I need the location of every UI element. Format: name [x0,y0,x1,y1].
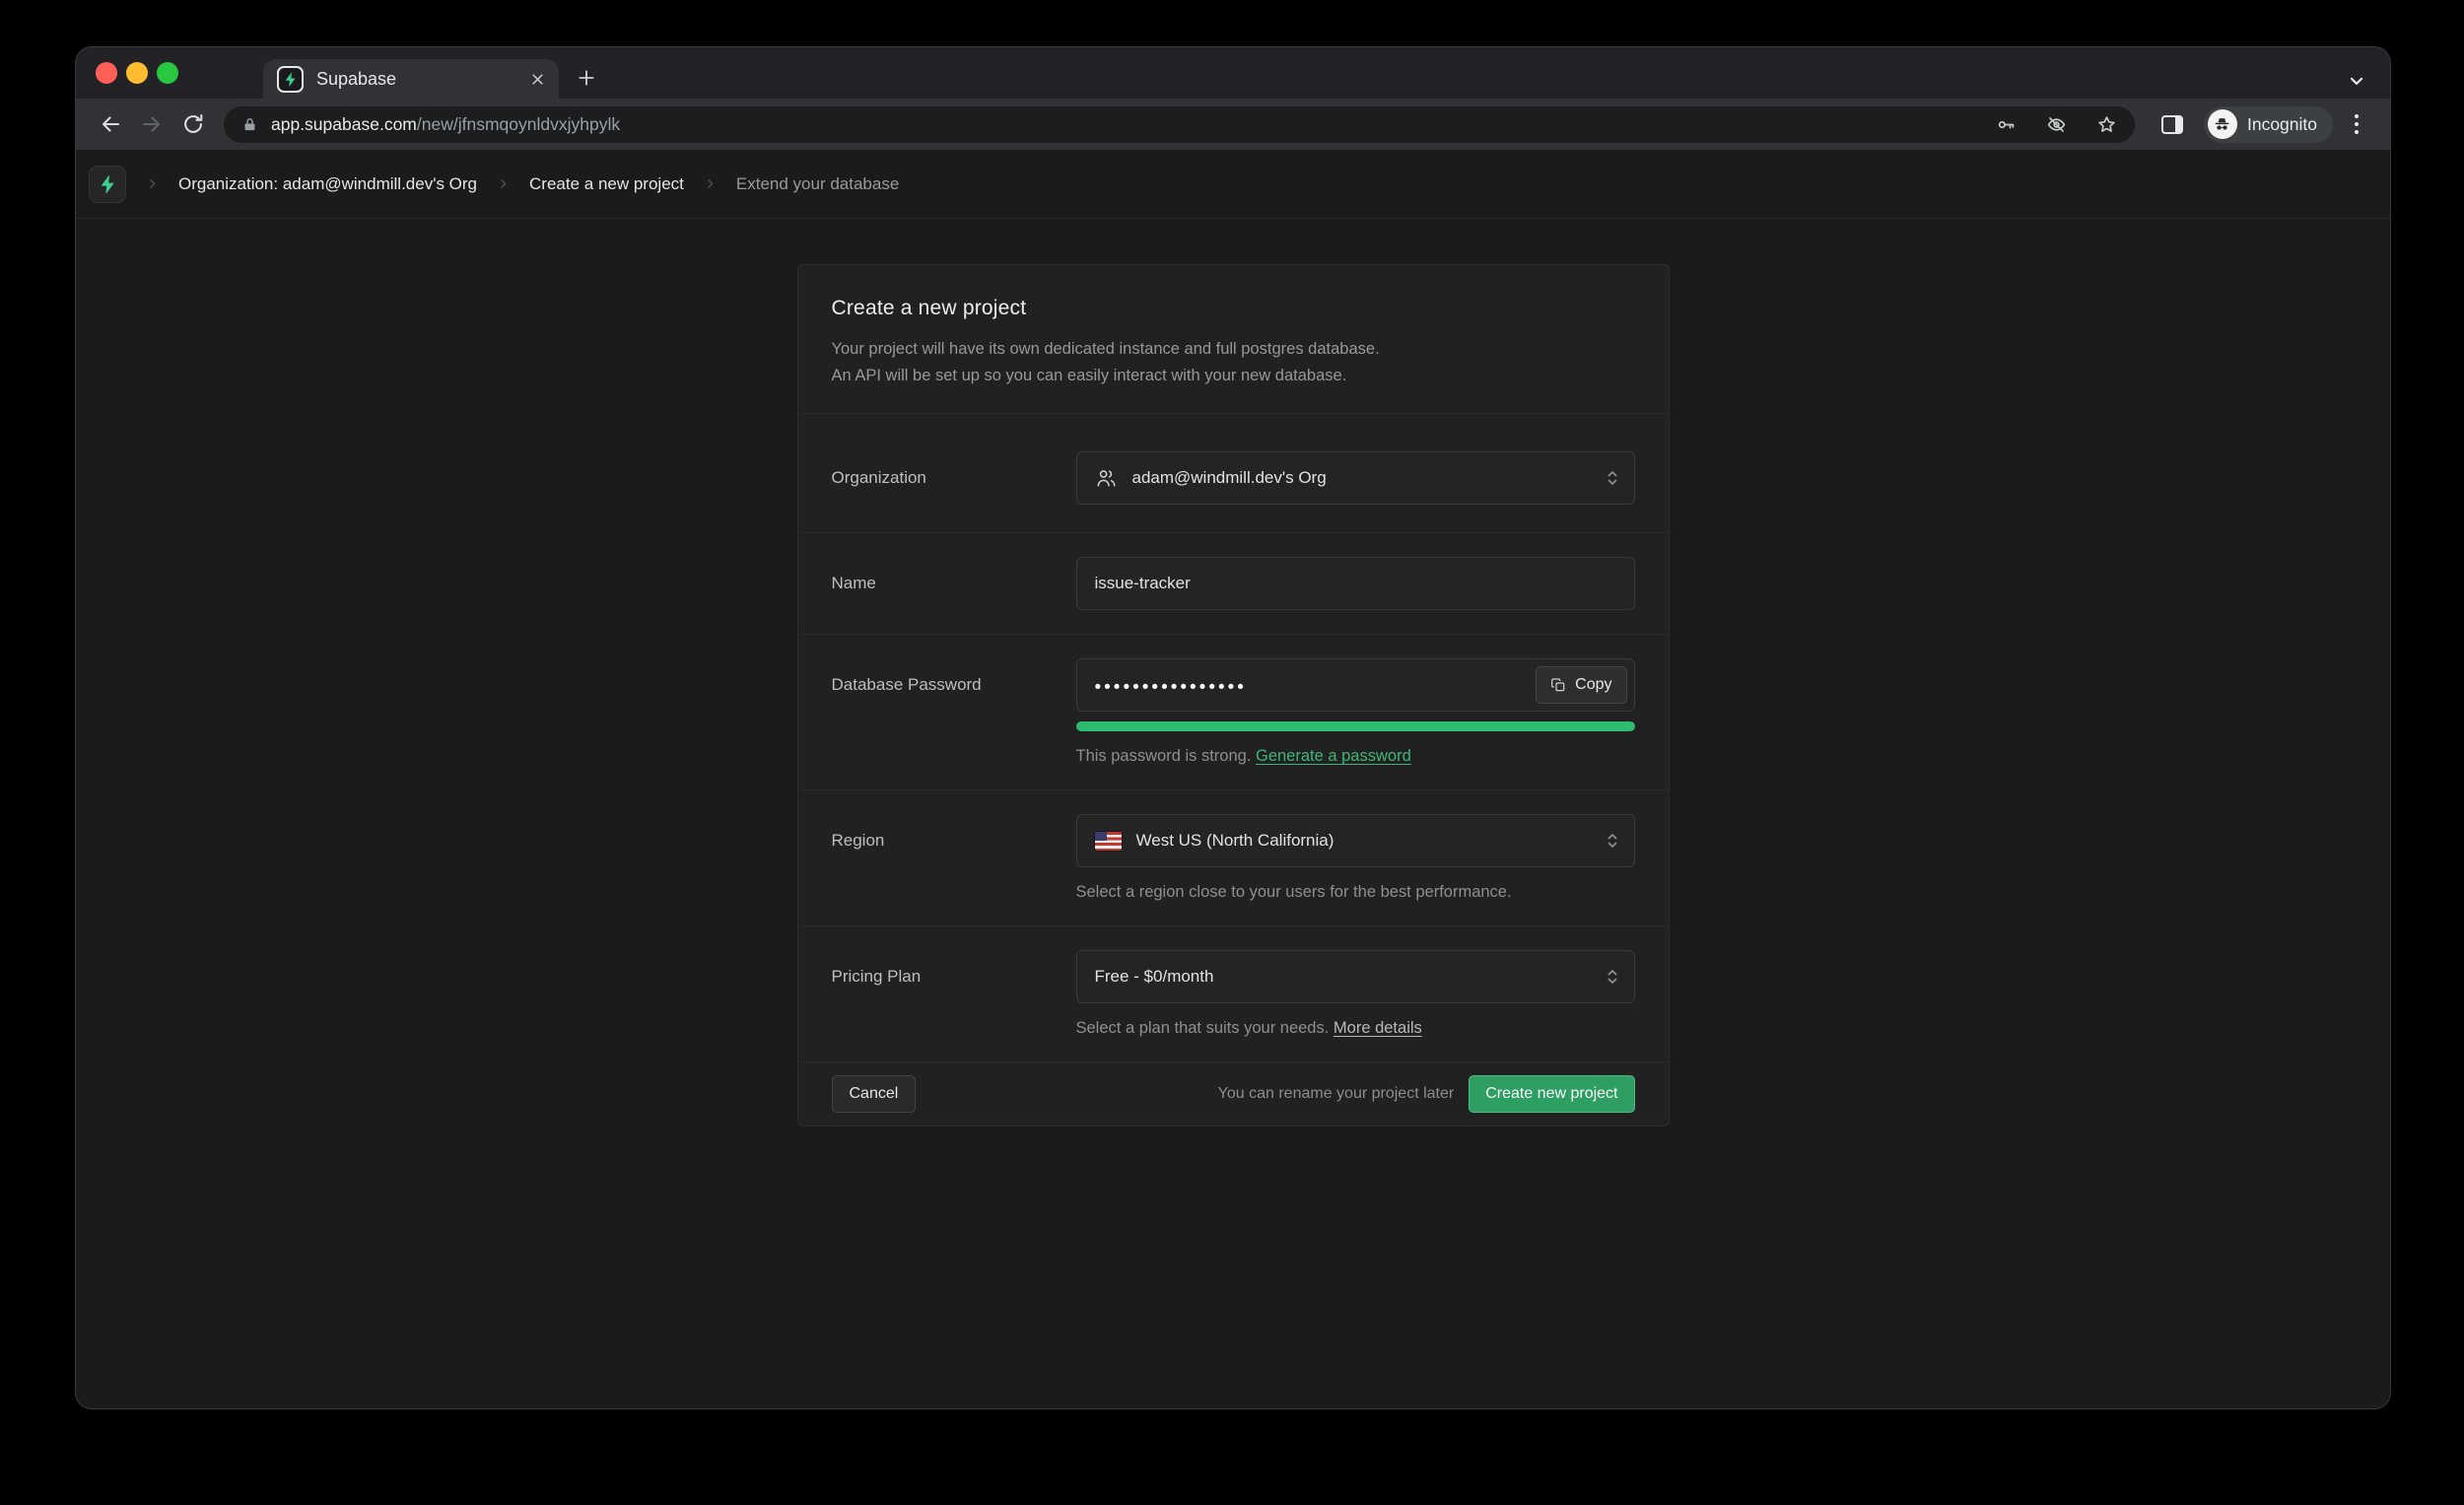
reload-button[interactable] [172,103,214,145]
back-button[interactable] [90,103,131,145]
select-chevrons-icon [1605,468,1620,488]
browser-toolbar: app.supabase.com/new/jfnsmqoynldvxjyhpyl… [76,99,2390,150]
side-panel-icon[interactable] [2151,103,2194,145]
incognito-icon [2208,109,2237,139]
tab-search-chevron-icon[interactable] [2347,71,2366,96]
password-label: Database Password [832,658,1076,695]
card-description-line2: An API will be set up so you can easily … [832,363,1635,389]
breadcrumb-create-project: Create a new project [529,174,684,194]
minimize-window-button[interactable] [126,62,148,84]
us-flag-icon [1095,832,1122,851]
organization-value: adam@windmill.dev's Org [1132,468,1327,488]
generate-password-link[interactable]: Generate a password [1256,747,1411,765]
create-project-card: Create a new project Your project will h… [797,264,1670,1127]
tab-close-icon[interactable] [530,72,545,87]
card-footer: Cancel You can rename your project later… [798,1061,1669,1126]
password-strength-bar [1076,721,1635,731]
pricing-value: Free - $0/month [1095,967,1214,987]
name-label: Name [832,557,1076,593]
app-header: Organization: adam@windmill.dev's Org Cr… [76,150,2390,219]
zoom-window-button[interactable] [157,62,178,84]
pricing-helper: Select a plan that suits your needs. [1076,1019,1334,1037]
browser-tab-supabase[interactable]: Supabase [263,59,559,99]
organization-row: Organization adam@windmill.dev's Org [798,413,1669,532]
organization-select[interactable]: adam@windmill.dev's Org [1076,451,1635,505]
browser-menu-icon[interactable] [2337,103,2376,145]
region-row: Region West US (North California) Select… [798,789,1669,925]
breadcrumb-organization: Organization: adam@windmill.dev's Org [178,174,477,194]
page-content: Create a new project Your project will h… [76,219,2390,1407]
pricing-select[interactable]: Free - $0/month [1076,950,1635,1003]
password-strength-text: This password is strong. [1076,747,1256,765]
close-window-button[interactable] [96,62,117,84]
url-path: /new/jfnsmqoynldvxjyhpylk [417,114,620,135]
password-masked-value: •••••••••••••••• [1095,674,1247,697]
bookmark-star-icon[interactable] [2096,114,2117,135]
pricing-row: Pricing Plan Free - $0/month Select a pl… [798,925,1669,1061]
card-header: Create a new project Your project will h… [798,265,1669,413]
region-helper: Select a region close to your users for … [1076,883,1635,902]
region-label: Region [832,814,1076,851]
pricing-label: Pricing Plan [832,950,1076,987]
tab-title: Supabase [316,69,530,90]
forward-button[interactable] [131,103,172,145]
chevron-right-icon [497,177,510,190]
password-input[interactable]: •••••••••••••••• Copy [1076,658,1635,712]
incognito-badge: Incognito [2204,106,2333,143]
breadcrumb-extend-database: Extend your database [736,174,899,194]
address-bar[interactable]: app.supabase.com/new/jfnsmqoynldvxjyhpyl… [224,106,2135,143]
more-details-link[interactable]: More details [1334,1019,1422,1037]
copy-password-button[interactable]: Copy [1536,666,1626,704]
supabase-logo[interactable] [89,166,126,203]
browser-window: Supabase app.supabase.com/new/jfnsmqoynl… [76,47,2390,1408]
organization-label: Organization [832,451,1076,488]
cancel-button[interactable]: Cancel [832,1075,917,1113]
incognito-label: Incognito [2247,114,2317,135]
create-new-project-button[interactable]: Create new project [1469,1075,1634,1113]
chevron-right-icon [146,177,159,190]
eye-off-icon[interactable] [2046,114,2067,135]
chevron-right-icon [704,177,717,190]
name-value: issue-tracker [1095,574,1191,593]
url-host: app.supabase.com [271,114,417,135]
name-row: Name issue-tracker [798,532,1669,634]
window-controls [96,62,178,84]
password-key-icon[interactable] [1996,114,2017,135]
tab-strip: Supabase [76,47,2390,99]
region-value: West US (North California) [1136,831,1335,851]
select-chevrons-icon [1605,831,1620,851]
copy-button-label: Copy [1575,676,1611,694]
copy-icon [1550,677,1566,693]
name-input[interactable]: issue-tracker [1076,557,1635,610]
supabase-favicon-icon [277,66,304,93]
rename-note: You can rename your project later [1218,1085,1455,1103]
card-description-line1: Your project will have its own dedicated… [832,336,1635,363]
new-tab-button[interactable] [577,68,596,88]
password-row: Database Password •••••••••••••••• Copy … [798,634,1669,789]
select-chevrons-icon [1605,967,1620,987]
page-title: Create a new project [832,297,1635,320]
users-icon [1095,467,1118,490]
lock-icon[interactable] [241,116,258,133]
region-select[interactable]: West US (North California) [1076,814,1635,867]
